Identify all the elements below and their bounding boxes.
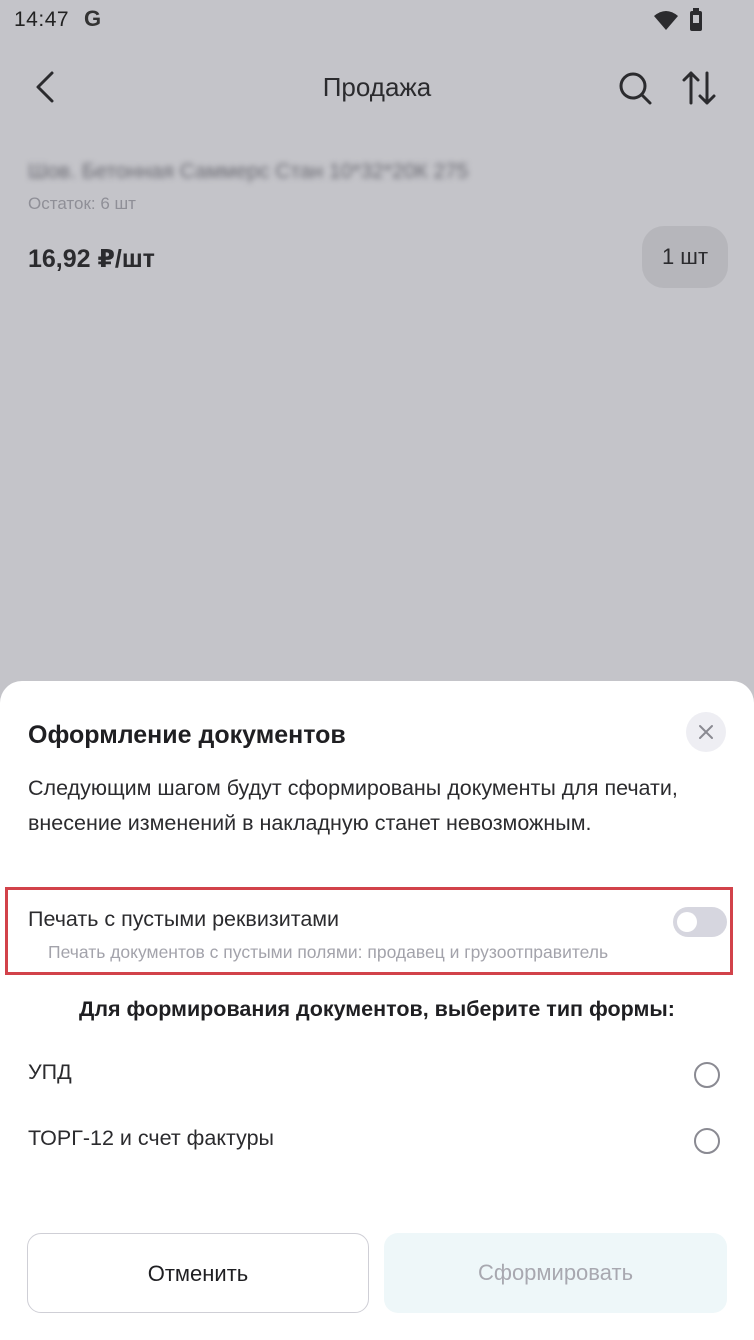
radio-button[interactable] (694, 1128, 720, 1154)
product-row: Шов. Бетонная Саммерс Стан 10*32*20К 275… (28, 160, 728, 288)
option-label: ТОРГ-12 и счет фактуры (28, 1126, 274, 1150)
print-empty-label: Печать с пустыми реквизитами (28, 907, 340, 931)
product-name: Шов. Бетонная Саммерс Стан 10*32*20К 275 (28, 160, 469, 183)
form-type-prompt: Для формирования документов, выберите ти… (79, 997, 675, 1021)
print-empty-toggle[interactable] (673, 907, 727, 937)
quantity-button[interactable]: 1 шт (642, 226, 728, 288)
status-icons (652, 8, 712, 34)
sheet-description: Следующим шагом будут сформированы докум… (28, 776, 678, 835)
sheet-title: Оформление документов (28, 721, 346, 749)
toggle-knob (677, 912, 697, 932)
search-icon (619, 72, 652, 105)
product-stock: Остаток: 6 шт (28, 194, 136, 213)
status-bar: 14:47 G (0, 0, 754, 44)
google-icon: G (84, 6, 102, 31)
wifi-icon (654, 8, 702, 31)
status-time: 14:47 (14, 8, 70, 31)
cancel-button[interactable]: Отменить (27, 1233, 369, 1313)
product-price: 16,92 ₽/шт (28, 245, 155, 273)
documents-bottom-sheet: Оформление документов Следующим шагом бу… (0, 681, 754, 1340)
top-bar: Продажа (0, 55, 754, 119)
print-empty-hint: Печать документов с пустыми полями: прод… (48, 942, 609, 962)
screen: 14:47 G Продажа Шов. Бетонная Саммерс Ст… (0, 0, 754, 1340)
submit-button[interactable]: Сформировать (384, 1233, 727, 1313)
close-icon (699, 725, 713, 739)
sort-icon (682, 71, 716, 105)
sort-button[interactable] (678, 67, 720, 109)
option-label: УПД (28, 1060, 72, 1084)
option-torg12[interactable]: ТОРГ-12 и счет фактуры (28, 1122, 728, 1162)
radio-button[interactable] (694, 1062, 720, 1088)
search-button[interactable] (614, 67, 656, 109)
close-button[interactable] (686, 712, 726, 752)
option-upd[interactable]: УПД (28, 1056, 728, 1096)
